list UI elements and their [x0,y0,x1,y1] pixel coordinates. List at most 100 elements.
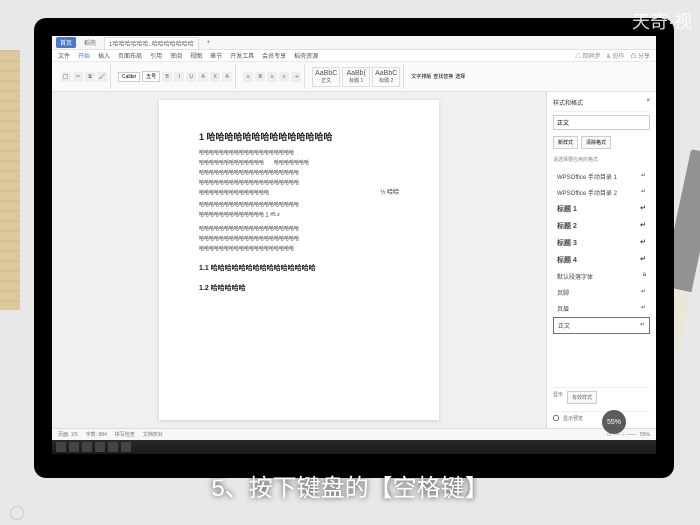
paragraph: 哈哈哈哈哈哈哈哈哈哈哈哈哈哈哈哈哈哈哈哈 [199,235,399,243]
style-item[interactable]: WPSOffice 手动目录 2↵ [553,185,650,200]
ribbon-file[interactable]: 文件 [58,51,70,60]
select-button[interactable]: 选择 [455,73,465,80]
task-icon[interactable] [95,442,105,452]
document-page[interactable]: 1 哈哈哈哈哈哈哈哈哈哈哈哈哈哈 哈哈哈哈哈哈哈哈哈哈哈哈哈哈哈哈哈哈哈 哈哈哈… [159,100,439,420]
tab-docer[interactable]: 稻壳 [80,37,100,48]
tab-add[interactable]: + [203,39,215,47]
zoom-overlay: 55% [602,410,626,434]
paragraph: 哈哈哈哈哈哈哈哈哈哈哈哈哈哈哈哈哈哈哈 [199,149,399,157]
word-count[interactable]: 字数: 884 [86,431,107,438]
style-item[interactable]: WPSOffice 手动目录 1↵ [553,169,650,184]
find-button[interactable]: 查找替换 [433,73,453,80]
ribbon-chapter[interactable]: 章节 [210,51,222,60]
copy-button[interactable]: ⧉ [85,72,95,82]
ribbon-insert[interactable]: 插入 [98,51,110,60]
style-item-h2[interactable]: 标题 2↵ [553,218,650,234]
start-icon[interactable] [56,442,66,452]
strike-button[interactable]: A [198,72,208,82]
collab-button[interactable]: & 协作 [607,51,625,60]
task-icon[interactable] [108,442,118,452]
font-name-select[interactable]: Calibri [118,72,140,82]
show-select[interactable]: 有效样式 [567,391,597,404]
ribbon-resource[interactable]: 稻壳资源 [294,51,318,60]
watermark-top: 天奇·视 [632,8,692,34]
highlight-button[interactable]: X [210,72,220,82]
panel-hint: 请选择要应用的格式 [553,156,650,163]
task-icon[interactable] [69,442,79,452]
cut-button[interactable]: ✂ [73,72,83,82]
window-titlebar: 首页 稻壳 1哈哈哈哈哈哈..哈哈哈哈哈哈哈 + [52,36,656,50]
style-item[interactable]: 默认段落字体a [553,269,650,284]
heading-1: 1 哈哈哈哈哈哈哈哈哈哈哈哈哈哈 [199,130,399,143]
heading-1-2: 1.2 哈哈哈哈哈 [199,283,399,293]
tab-home[interactable]: 首页 [56,37,76,48]
paragraph: 哈哈哈哈哈哈哈哈哈哈哈哈哈哈哈哈哈哈哈哈 [199,179,399,187]
paragraph: 哈哈哈哈哈哈哈哈哈哈哈哈哈哈哈哈哈哈哈哈 [199,169,399,177]
underline-button[interactable]: U [186,72,196,82]
monitor-frame: 首页 稻壳 1哈哈哈哈哈哈..哈哈哈哈哈哈哈 + 文件 开始 插入 页面布局 引… [34,18,674,478]
paragraph: 哈哈哈哈哈哈哈哈哈哈哈哈哈 哈哈哈哈哈哈哈 [199,159,399,167]
ribbon-ref[interactable]: 引用 [150,51,162,60]
screen: 首页 稻壳 1哈哈哈哈哈哈..哈哈哈哈哈哈哈 + 文件 开始 插入 页面布局 引… [52,36,656,454]
ribbon-member[interactable]: 会员专享 [262,51,286,60]
font-group: Calibri 五号 B I U A X A [115,64,236,89]
clear-format-button[interactable]: 清除格式 [581,136,611,149]
style-list[interactable]: WPSOffice 手动目录 1↵ WPSOffice 手动目录 2↵ 标题 1… [553,169,650,380]
para-group: ≡ ≣ ≡ ≡ ⇥ [240,64,305,89]
align-center-button[interactable]: ≡ [279,72,289,82]
panel-title: 样式和格式 × [553,98,650,112]
task-icon[interactable] [121,442,131,452]
number-button[interactable]: ≣ [255,72,265,82]
ribbon-layout[interactable]: 页面布局 [118,51,142,60]
toolbar: 📋 ✂ ⧉ 🖌 Calibri 五号 B I U A X A ≡ ≣ ≡ ≡ ⇥… [52,62,656,92]
ribbon-view[interactable]: 视图 [190,51,202,60]
style-item-h1[interactable]: 标题 1↵ [553,201,650,217]
ribbon-start[interactable]: 开始 [78,51,90,60]
color-button[interactable]: A [222,72,232,82]
spellcheck-status[interactable]: 拼写检查 [115,431,135,438]
page-indicator[interactable]: 页面: 1/5 [58,431,78,438]
indent-button[interactable]: ⇥ [291,72,301,82]
watermark-bottom: Q 天奇生活 [10,505,72,521]
bullet-button[interactable]: ≡ [243,72,253,82]
document-viewport[interactable]: 1 哈哈哈哈哈哈哈哈哈哈哈哈哈哈 哈哈哈哈哈哈哈哈哈哈哈哈哈哈哈哈哈哈哈 哈哈哈… [52,92,546,428]
text-layout-button[interactable]: 文字排版 [411,73,431,80]
decor-notebook [0,50,20,310]
panel-footer: 显示 有效样式 [553,387,650,404]
new-style-button[interactable]: 新样式 [553,136,578,149]
bold-button[interactable]: B [162,72,172,82]
style-item-normal[interactable]: 正文↵ [553,317,650,334]
style-item-h4[interactable]: 标题 4↵ [553,252,650,268]
style-item[interactable]: 页眉↵ [553,301,650,316]
panel-close-icon[interactable]: × [646,98,650,107]
ribbon-review[interactable]: 审阅 [170,51,182,60]
format-painter-button[interactable]: 🖌 [97,72,107,82]
paragraph: 哈哈哈哈哈哈哈哈哈哈哈哈哈哈 ½ 哈哈 [199,189,399,199]
sync-button[interactable]: △ 回同步 [575,51,601,60]
os-taskbar [52,440,656,454]
task-icon[interactable] [82,442,92,452]
ribbon-right: △ 回同步 & 协作 凸 分享 [575,51,650,60]
styles-panel: 样式和格式 × 正文 新样式 清除格式 请选择要应用的格式 WPSOffice … [546,92,656,428]
current-style[interactable]: 正文 [553,115,650,130]
share-button[interactable]: 凸 分享 [630,51,650,60]
style-h1[interactable]: AaBb(标题 1 [342,67,370,87]
proofing-status[interactable]: 文档校对 [143,431,163,438]
paragraph: 哈哈哈哈哈哈哈哈哈哈哈哈哈哈哈哈哈哈哈哈 [199,201,399,209]
clipboard-group: 📋 ✂ ⧉ 🖌 [58,64,111,89]
paste-button[interactable]: 📋 [61,72,71,82]
ribbon-dev[interactable]: 开发工具 [230,51,254,60]
italic-button[interactable]: I [174,72,184,82]
tab-document[interactable]: 1哈哈哈哈哈哈..哈哈哈哈哈哈哈 [104,37,199,49]
zoom-percent[interactable]: 55% [640,432,650,438]
style-item-h3[interactable]: 标题 3↵ [553,235,650,251]
formula: ½ 哈哈 [360,189,399,199]
brand-icon: Q [10,506,24,520]
align-left-button[interactable]: ≡ [267,72,277,82]
style-item[interactable]: 页脚↵ [553,285,650,300]
status-bar: 页面: 1/5 字数: 884 拼写检查 文档校对 ▭ — ○ —— 55% [52,428,656,440]
style-h2[interactable]: AaBbC标题 2 [372,67,400,87]
font-size-select[interactable]: 五号 [142,71,160,82]
style-normal[interactable]: AaBbC正文 [312,67,340,87]
paragraph-formula: 哈哈哈哈哈哈哈哈哈哈哈哈哈 ∑ #5 z [199,211,399,219]
